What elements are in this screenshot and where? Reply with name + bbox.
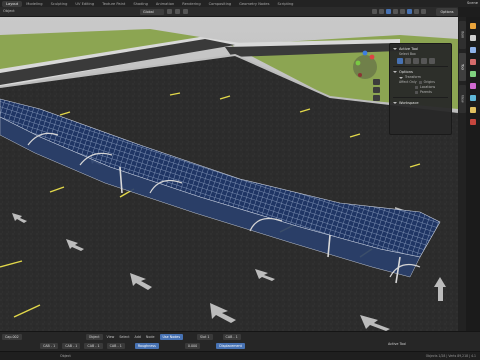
shader-header-row: Cap.002 Object View Select Add Node Use … <box>0 333 245 341</box>
scene-selector[interactable]: Scene <box>467 0 478 7</box>
proportional-edit-icon[interactable] <box>183 9 188 14</box>
tab-tool[interactable]: Tool <box>458 53 466 81</box>
properties-tab-icon[interactable] <box>470 119 476 125</box>
tab-workspace[interactable]: Layout <box>2 0 23 7</box>
visibility-icon[interactable] <box>372 9 377 14</box>
material-slot-dropdown[interactable]: Slot 1 <box>197 334 213 340</box>
snap-icon[interactable] <box>175 9 180 14</box>
wireframe-shading-icon[interactable] <box>400 9 405 14</box>
tab-workspace[interactable]: Geometry Nodes <box>235 1 273 7</box>
object-mode-menu[interactable]: Object <box>3 9 15 13</box>
status-bar: Object Objects 1/28 | Verts 89,218 | 4.1 <box>0 351 480 360</box>
roughness-value-field[interactable]: 0.000 <box>184 343 201 349</box>
rendered-shading-icon[interactable] <box>421 9 426 14</box>
tab-workspace[interactable]: Animation <box>152 1 178 7</box>
properties-tab-icon[interactable] <box>470 95 476 101</box>
use-nodes-toggle[interactable]: Use Nodes <box>159 334 184 340</box>
tab-workspace[interactable]: Rendering <box>178 1 204 7</box>
select-invert-icon[interactable] <box>421 58 427 64</box>
node-item[interactable]: CAB - 1 <box>40 343 59 349</box>
collapse-icon <box>393 102 397 104</box>
xray-icon[interactable] <box>393 9 398 14</box>
properties-tab-icon[interactable] <box>470 59 476 65</box>
material-dropdown[interactable]: CAB - 1 <box>222 334 241 340</box>
properties-tab-icon[interactable] <box>470 71 476 77</box>
node-breadcrumb-row: CAB - 1 CAB - 1 CAB - 1 CAB - 1 Roughnes… <box>0 342 249 350</box>
tab-workspace[interactable]: Shading <box>129 1 152 7</box>
affect-only-parents[interactable]: Parents <box>393 90 448 95</box>
properties-tab-icon[interactable] <box>470 23 476 29</box>
viewport-nav-buttons <box>373 79 380 101</box>
tab-workspace[interactable]: Modeling <box>22 1 46 7</box>
gizmo-icon[interactable] <box>379 9 384 14</box>
sidebar-tabs: Item Tool View <box>458 17 466 331</box>
collapse-icon <box>393 71 397 73</box>
node-item[interactable]: CAB - 1 <box>62 343 81 349</box>
menu-add[interactable]: Add <box>135 335 141 339</box>
properties-tab-icon[interactable] <box>470 83 476 89</box>
tab-view[interactable]: View <box>458 85 466 113</box>
pivot-icon[interactable] <box>167 9 172 14</box>
displacement-label: Displacement <box>216 343 245 349</box>
properties-tab-icon[interactable] <box>470 47 476 53</box>
status-mode-text: Object <box>60 354 71 358</box>
roughness-label: Roughness <box>134 343 159 349</box>
material-preview-icon[interactable] <box>414 9 419 14</box>
overlay-icon[interactable] <box>386 9 391 14</box>
collapse-icon <box>393 48 397 50</box>
options-button[interactable]: Options <box>436 8 458 16</box>
menu-select[interactable]: Select <box>119 335 129 339</box>
node-item[interactable]: CAB - 1 <box>84 343 103 349</box>
select-new-icon[interactable] <box>397 58 403 64</box>
workspace-tabs-bar: Layout Modeling Sculpting UV Editing Texture… <box>0 0 480 7</box>
select-box-row[interactable]: Select Box <box>393 52 448 57</box>
tab-workspace[interactable]: Scripting <box>273 1 297 7</box>
viewport-header: Object Global Options <box>0 7 458 17</box>
shader-editor-header: Cap.002 Object View Select Add Node Use … <box>0 331 480 351</box>
properties-tab-strip <box>466 17 480 331</box>
select-extend-icon[interactable] <box>405 58 411 64</box>
panel-divider <box>393 97 448 98</box>
tab-workspace[interactable]: Texture Paint <box>98 1 129 7</box>
panel-divider <box>393 66 448 67</box>
active-tool-label[interactable]: Active Tool <box>388 342 406 346</box>
tab-workspace[interactable]: Sculpting <box>47 1 72 7</box>
origins-checkbox[interactable] <box>418 81 422 84</box>
object-type-dropdown[interactable]: Object <box>85 334 103 340</box>
tab-item[interactable]: Item <box>458 21 466 49</box>
menu-node[interactable]: Node <box>146 335 155 339</box>
node-item[interactable]: CAB - 1 <box>106 343 125 349</box>
sidebar-n-panel: Active Tool Select Box Options Transform… <box>389 43 452 135</box>
solid-shading-icon[interactable] <box>407 9 412 14</box>
3d-viewport[interactable]: Active Tool Select Box Options Transform… <box>0 17 458 331</box>
tab-workspace[interactable]: Compositing <box>205 1 236 7</box>
properties-tab-icon[interactable] <box>470 107 476 113</box>
tab-workspace[interactable]: UV Editing <box>71 1 98 7</box>
workspace-section[interactable]: Workspace <box>393 100 448 106</box>
collapse-icon <box>399 76 403 79</box>
locations-checkbox[interactable] <box>415 86 418 89</box>
scene-statistics: Objects 1/28 | Verts 89,218 | 4.1 <box>425 354 476 358</box>
select-mode-buttons <box>393 58 448 64</box>
transform-orientation-dropdown[interactable]: Global <box>140 9 164 15</box>
select-subtract-icon[interactable] <box>413 58 419 64</box>
select-intersect-icon[interactable] <box>429 58 435 64</box>
properties-tab-icon[interactable] <box>470 35 476 41</box>
parents-checkbox[interactable] <box>415 91 418 94</box>
object-name-field[interactable]: Cap.002 <box>2 334 22 340</box>
menu-view[interactable]: View <box>107 335 115 339</box>
